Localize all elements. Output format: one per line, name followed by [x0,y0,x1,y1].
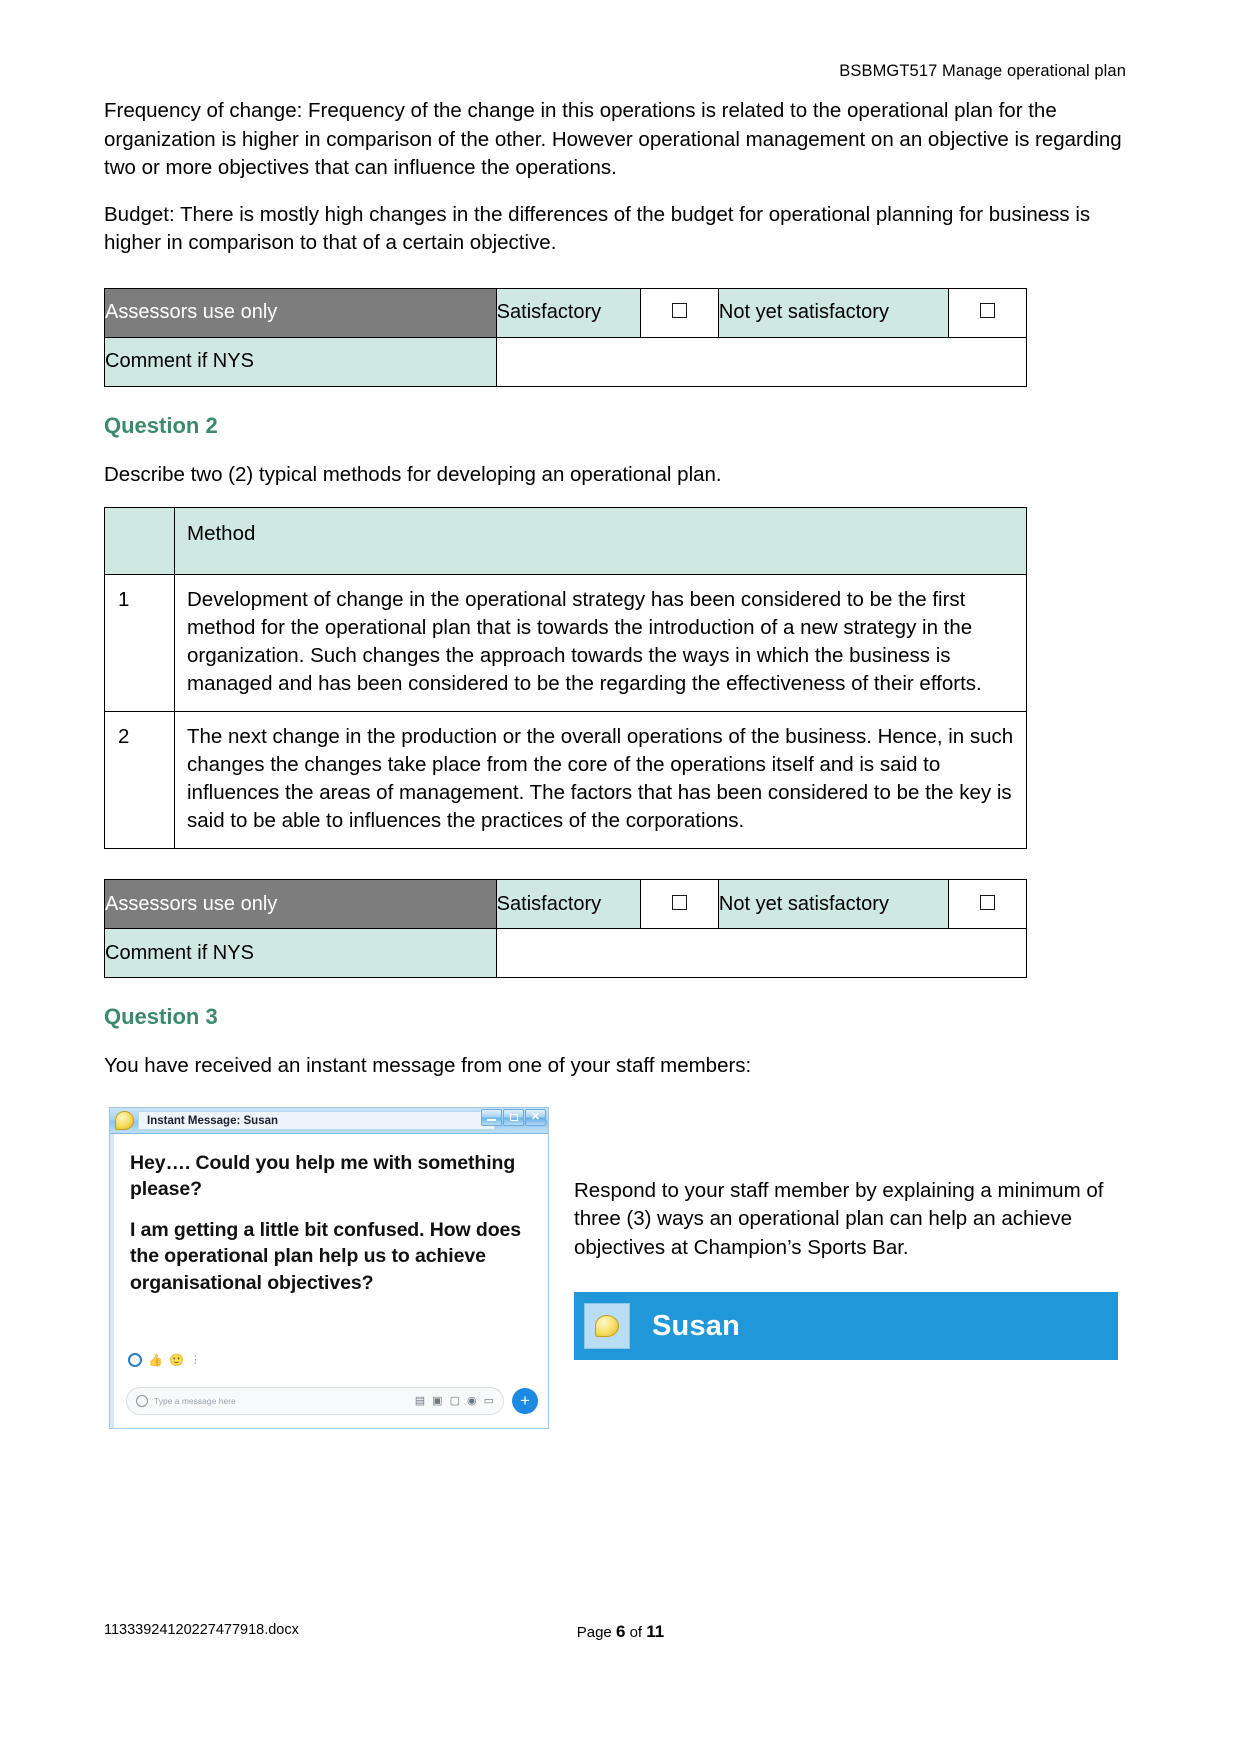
satisfactory-label: Satisfactory [495,879,641,929]
checkbox-icon[interactable] [979,894,995,910]
document-content: Frequency of change: Frequency of the ch… [104,97,1130,1457]
status-circle-icon [128,1352,142,1367]
camera-icon[interactable]: ▢ [450,1394,460,1407]
location-icon[interactable]: ◉ [467,1394,477,1407]
im-composer: Type a message here ▤ ▣ ▢ ◉ ▭ + [126,1386,538,1415]
table-row: Comment if NYS [104,928,1028,978]
method-row-text[interactable]: Development of change in the operational… [174,574,1027,712]
document-footer: 11333924120227477918.docx Page 6 of 11 [104,1622,1137,1646]
assessor-table-question-1: Assessors use only Satisfactory Not yet … [104,287,1028,387]
satisfactory-checkbox-cell[interactable] [639,287,719,338]
method-row-number: 2 [104,711,175,849]
checkbox-icon[interactable] [671,894,687,910]
speech-bubble-icon [115,1110,134,1130]
not-yet-satisfactory-label: Not yet satisfactory [717,287,949,338]
question-3-response-column: Respond to your staff member by explaini… [574,1177,1130,1360]
not-yet-satisfactory-label: Not yet satisfactory [717,879,949,929]
checkbox-icon[interactable] [979,303,995,318]
speech-bubble-icon [595,1315,619,1337]
assessors-use-only-label: Assessors use only [104,879,497,929]
satisfactory-checkbox-cell[interactable] [639,879,719,929]
smiley-icon[interactable]: 🙂 [169,1354,184,1366]
question-3-figure-row: Instant Message: Susan ✕ Hey…. Could you… [104,1106,1130,1457]
video-icon[interactable]: ▭ [484,1394,494,1407]
im-message-1: Hey…. Could you help me with something p… [130,1151,516,1201]
table-row: 2 The next change in the production or t… [104,711,1027,849]
paragraph-frequency-of-change: Frequency of change: Frequency of the ch… [104,99,1122,179]
table-row: Comment if NYS [104,336,1028,387]
gallery-icon[interactable]: ▤ [415,1394,425,1407]
footer-total-pages: 11 [646,1622,665,1641]
question-2-prompt: Describe two (2) typical methods for dev… [104,462,722,486]
answer-banner-susan: Susan [574,1292,1118,1360]
table-header-row: Method [104,507,1027,575]
footer-page-label: Page [576,1624,612,1641]
method-row-text[interactable]: The next change in the production or the… [174,711,1027,849]
method-number-header [104,507,175,575]
thumbs-up-icon[interactable]: 👍 [148,1354,163,1366]
table-row: Assessors use only Satisfactory Not yet … [104,287,1028,338]
im-message-input[interactable]: Type a message here ▤ ▣ ▢ ◉ ▭ [126,1386,504,1415]
document-header: BSBMGT517 Manage operational plan [839,62,1126,80]
avatar [584,1303,630,1349]
question-3-response-instruction: Respond to your staff member by explaini… [574,1178,1104,1259]
instant-message-window-screenshot: Instant Message: Susan ✕ Hey…. Could you… [109,1106,549,1429]
im-window-controls: ✕ [481,1108,546,1126]
comment-if-nys-field[interactable] [495,336,1028,387]
table-row: 1 Development of change in the operation… [104,574,1027,712]
method-row-number: 1 [104,574,175,712]
emoji-icon[interactable] [136,1394,148,1407]
comment-if-nys-label: Comment if NYS [104,336,497,387]
satisfactory-label: Satisfactory [495,287,641,338]
im-message-2: I am getting a little bit confused. How … [130,1218,522,1294]
more-options-icon[interactable]: ⋮ [190,1353,201,1366]
close-icon[interactable]: ✕ [525,1108,546,1126]
im-composer-icons: ▤ ▣ ▢ ◉ ▭ [415,1394,494,1407]
comment-if-nys-field[interactable] [495,928,1028,978]
assessors-use-only-label: Assessors use only [104,287,497,338]
footer-page-number: 6 [615,1622,626,1641]
methods-table: Method 1 Development of change in the op… [104,507,1027,849]
question-2-heading: Question 2 [104,412,218,438]
footer-of-label: of [629,1624,643,1641]
paragraph-budget: Budget: There is mostly high changes in … [104,202,1091,255]
im-status-row: 👍 🙂 ⋮ [128,1352,201,1367]
im-input-placeholder: Type a message here [154,1395,236,1406]
im-window-title: Instant Message: Susan [138,1110,495,1130]
comment-if-nys-label: Comment if NYS [104,928,497,978]
minimize-icon[interactable] [481,1108,502,1126]
question-3-heading: Question 3 [104,1004,218,1029]
assessor-table-question-2: Assessors use only Satisfactory Not yet … [104,879,1028,978]
im-conversation-body: Hey…. Could you help me with something p… [110,1133,548,1428]
document-page: BSBMGT517 Manage operational plan Freque… [0,0,1241,1754]
sticker-icon[interactable]: ▣ [432,1394,442,1407]
not-yet-satisfactory-checkbox-cell[interactable] [947,287,1028,338]
footer-page-indicator: Page 6 of 11 [104,1622,1137,1642]
answer-banner-name: Susan [652,1309,741,1342]
method-header: Method [174,507,1027,575]
im-title-bar: Instant Message: Susan ✕ [110,1107,548,1134]
question-3-prompt: You have received an instant message fro… [104,1054,752,1077]
checkbox-icon[interactable] [671,303,687,318]
table-row: Assessors use only Satisfactory Not yet … [104,879,1028,929]
maximize-icon[interactable] [503,1108,524,1126]
not-yet-satisfactory-checkbox-cell[interactable] [947,879,1028,929]
add-attachment-button[interactable]: + [512,1387,538,1414]
